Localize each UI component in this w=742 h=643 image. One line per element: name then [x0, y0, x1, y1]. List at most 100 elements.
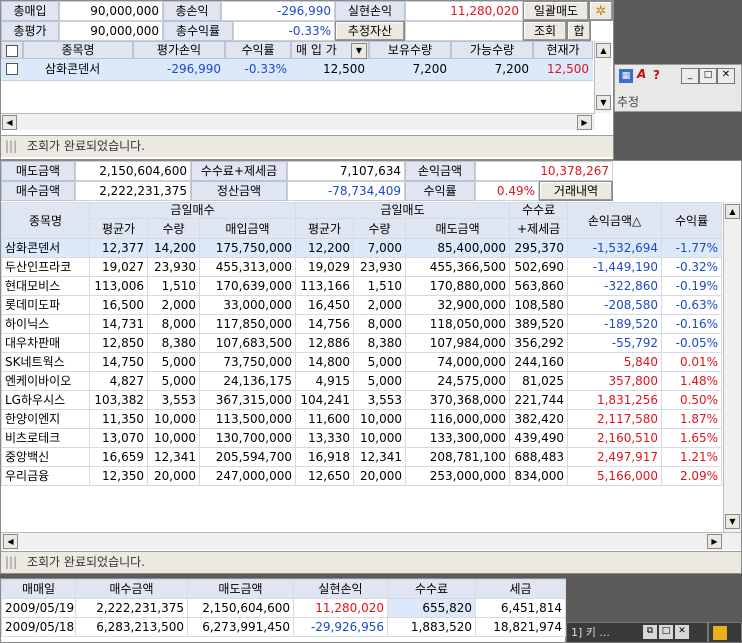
table-row[interactable]: 현대모비스 113,006 1,510 170,639,000 113,166 1,510…	[1, 276, 723, 296]
scroll-up-arrow[interactable]: ▲	[725, 204, 740, 219]
tab-icon-blue[interactable]: ▦	[619, 69, 633, 83]
col-header-rate[interactable]: 수익률	[225, 41, 291, 59]
table-row[interactable]: 중앙백신 16,659 12,341 205,594,700 16,918 12,341 2…	[1, 447, 723, 467]
settings-gear-button[interactable]: ✲	[589, 1, 613, 21]
table-row[interactable]: 삼화콘덴서 12,377 14,200 175,750,000 12,200 7,000 8…	[1, 238, 723, 258]
col-header-buy-price[interactable]: 매 입 가 ▼	[291, 41, 369, 59]
cell-trade-date: 2009/05/19	[1, 598, 76, 618]
help-icon[interactable]: ?	[653, 68, 660, 82]
cell-sell-avg: 104,241	[295, 390, 355, 410]
gear-icon: ✲	[595, 4, 607, 19]
col-header-eval-pl[interactable]: 평가손익	[133, 41, 225, 59]
table-row[interactable]: 대우차판매 12,850 8,380 107,683,500 12,886 8,380 10…	[1, 333, 723, 353]
scroll-right-arrow[interactable]: ▶	[707, 534, 722, 549]
col-header-sell-amount[interactable]: 매도금액	[187, 579, 294, 599]
tab-fragment[interactable]: 추정	[617, 93, 639, 110]
col-header-name[interactable]: 종목명	[23, 41, 133, 59]
table-row[interactable]: 하이닉스 14,731 8,000 117,850,000 14,756 8,000 118…	[1, 314, 723, 334]
cell-rate: -0.33%	[244, 62, 287, 76]
cell-buy-amount: 6,283,213,500	[75, 617, 188, 637]
table-row[interactable]: SK네트웍스 14,750 5,000 73,750,000 14,800 5,000 74…	[1, 352, 723, 372]
table-row[interactable]: 우리금융 12,350 20,000 247,000,000 12,650 20,000 2…	[1, 466, 723, 486]
table-row[interactable]: 2009/05/18 6,283,213,500 6,273,991,450 -29,…	[1, 617, 566, 637]
maximize-icon[interactable]: □	[699, 68, 717, 84]
cell-pl-amount: 2,497,917	[567, 447, 663, 467]
col-header-buy-qty[interactable]: 수량	[147, 218, 200, 239]
cell-buy-avg: 13,070	[89, 428, 148, 448]
table-row[interactable]: 2009/05/19 2,222,231,375 2,150,604,600 11,2…	[1, 598, 566, 618]
font-icon[interactable]: A	[637, 67, 646, 81]
cell-sell-amount: 253,000,000	[405, 466, 511, 486]
scroll-left-arrow[interactable]: ◀	[2, 115, 17, 130]
table-row[interactable]: 롯데미도파 16,500 2,000 33,000,000 16,450 2,000 32,…	[1, 295, 723, 315]
cell-rate: 1.87%	[661, 409, 723, 429]
sum-button[interactable]: 합	[567, 21, 591, 41]
table-row[interactable]: 비츠로테크 13,070 10,000 130,700,000 13,330 10,000…	[1, 428, 723, 448]
table-row[interactable]: LG하우시스 103,382 3,553 367,315,000 104,241 3,55…	[1, 390, 723, 410]
trade-vscrollbar[interactable]: ▲ ▼	[723, 202, 741, 532]
cell-pl-amount: -208,580	[567, 295, 663, 315]
query-button[interactable]: 조회	[523, 21, 567, 41]
col-header-stock-name[interactable]: 종목명	[1, 202, 90, 239]
fee-tax-value: 7,107,634	[287, 161, 405, 181]
col-header-pl-amount[interactable]: 손익금액△	[567, 202, 663, 239]
scroll-down-arrow[interactable]: ▼	[725, 514, 740, 529]
table-row[interactable]: 엔케이바이오 4,827 5,000 24,136,175 4,915 5,000 24,5…	[1, 371, 723, 391]
col-header-rate[interactable]: 수익률	[661, 202, 723, 239]
table-row[interactable]: 삼화콘덴서 -296,990 -0.33% 12,500 7,200 7,200…	[1, 59, 593, 81]
scroll-up-arrow[interactable]: ▲	[596, 43, 611, 58]
col-header-sell-qty[interactable]: 수량	[353, 218, 407, 239]
dropdown-arrow-icon[interactable]: ▼	[351, 43, 367, 59]
table-row[interactable]: 한양이엔지 11,350 10,000 113,500,000 11,600 10,000…	[1, 409, 723, 429]
cell-rate: -0.19%	[661, 276, 723, 296]
col-header-sell-amount[interactable]: 매도금액	[405, 218, 511, 239]
cell-sell-amount: 2,150,604,600	[187, 598, 294, 618]
bulk-sell-button[interactable]: 일괄매도	[523, 1, 589, 21]
holdings-vscrollbar[interactable]: ▲ ▼	[594, 41, 611, 113]
cell-avail-qty: 7,200	[494, 62, 529, 76]
holdings-select-all-checkbox[interactable]	[1, 41, 23, 59]
row-checkbox[interactable]	[6, 63, 18, 75]
maximize-icon[interactable]: □	[659, 625, 673, 639]
col-header-hold-qty[interactable]: 보유수량	[369, 41, 451, 59]
col-header-sell-avg[interactable]: 평균가	[295, 218, 355, 239]
taskbar-item[interactable]: 1] 키 ... ⧉ □ ✕	[566, 622, 708, 643]
cell-buy-avg: 14,750	[89, 352, 148, 372]
cell-stock-name: 엔케이바이오	[1, 371, 90, 391]
trade-hscrollbar[interactable]: ◀ ▶	[1, 532, 741, 550]
main-status-text: 조회가 완료되었습니다.	[26, 555, 145, 569]
daily-window: 매매일 매수금액 매도금액 실현손익 수수료 세금 2009/05/19 2,22…	[0, 578, 566, 643]
buy-amount-value: 2,222,231,375	[75, 181, 191, 201]
col-header-fee[interactable]: 수수료	[509, 202, 569, 220]
cell-rate: -0.05%	[661, 333, 723, 353]
cell-name: 삼화콘덴서	[45, 62, 101, 76]
trade-history-button[interactable]: 거래내역	[539, 181, 613, 201]
buy-amount-label: 매수금액	[1, 181, 75, 201]
cell-buy-qty: 8,380	[147, 333, 200, 353]
col-header-buy-amount[interactable]: 매입금액	[198, 218, 297, 239]
taskbar-next-item[interactable]	[708, 622, 742, 643]
col-header-today-buy: 금일매수	[88, 202, 297, 220]
table-row[interactable]: 두산인프라코 19,027 23,930 455,313,000 19,029 23,93…	[1, 257, 723, 277]
col-header-avail-qty[interactable]: 가능수량	[451, 41, 533, 59]
estimate-asset-button[interactable]: 추정자산	[335, 21, 405, 41]
col-header-fee[interactable]: 수수료	[387, 579, 476, 599]
col-header-current-price[interactable]: 현재가	[533, 41, 593, 59]
col-header-buy-amount[interactable]: 매수금액	[75, 579, 188, 599]
scroll-right-arrow[interactable]: ▶	[577, 115, 592, 130]
col-header-fee-tax[interactable]: +제세금	[509, 218, 569, 239]
holdings-hscrollbar[interactable]: ◀ ▶	[1, 113, 595, 130]
cell-sell-avg: 11,600	[295, 409, 355, 429]
col-header-realized-pl[interactable]: 실현손익	[293, 579, 388, 599]
minimize-icon[interactable]: _	[681, 68, 699, 84]
close-icon[interactable]: ✕	[717, 68, 735, 84]
col-header-trade-date[interactable]: 매매일	[1, 579, 76, 599]
col-header-tax[interactable]: 세금	[475, 579, 566, 599]
scroll-left-arrow[interactable]: ◀	[3, 534, 18, 549]
cell-fee-tax: 81,025	[509, 371, 569, 391]
restore-icon[interactable]: ⧉	[643, 625, 657, 639]
close-icon[interactable]: ✕	[675, 625, 689, 639]
scroll-down-arrow[interactable]: ▼	[596, 95, 611, 110]
total-eval-label: 총평가	[1, 21, 59, 41]
col-header-buy-avg[interactable]: 평균가	[89, 218, 148, 239]
